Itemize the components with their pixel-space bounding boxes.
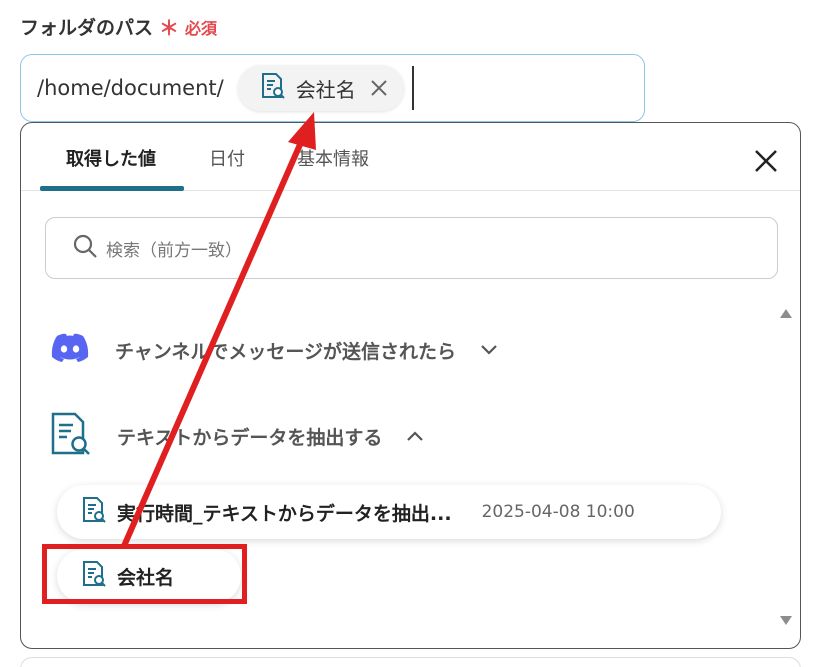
tab-bar: 取得した値 日付 基本情報 — [21, 123, 800, 191]
search-input[interactable]: 検索（前方一致） — [45, 217, 778, 279]
tab-acquired-values[interactable]: 取得した値 — [66, 145, 156, 171]
field-label-text: フォルダのパス — [20, 17, 154, 39]
next-field-edge — [20, 657, 801, 667]
variable-chip[interactable]: 会社名 — [237, 65, 404, 111]
active-tab-indicator — [40, 186, 184, 191]
search-placeholder: 検索（前方一致） — [106, 240, 242, 261]
document-search-icon — [49, 411, 93, 461]
chevron-up-icon — [406, 427, 424, 446]
document-search-icon — [81, 496, 107, 528]
annotation-highlight-box — [42, 544, 247, 604]
chip-remove-icon[interactable] — [366, 75, 392, 101]
list-item-time: 2025-04-08 10:00 — [481, 502, 635, 522]
list-item-label: 実行時間_テキストからデータを抽出... — [117, 502, 452, 525]
group-text-extraction-label: テキストからデータを抽出する — [117, 426, 383, 449]
search-icon — [72, 233, 98, 263]
discord-icon — [49, 331, 91, 369]
close-icon[interactable] — [752, 147, 780, 175]
scroll-down-icon[interactable] — [780, 616, 792, 625]
list-item-execution-time[interactable]: 実行時間_テキストからデータを抽出... 2025-04-08 10:00 — [57, 485, 721, 539]
group-discord-trigger[interactable]: チャンネルでメッセージが送信されたら — [49, 331, 498, 369]
tab-basic-info[interactable]: 基本情報 — [297, 145, 369, 171]
scroll-up-icon[interactable] — [780, 309, 792, 318]
chevron-down-icon — [480, 341, 498, 360]
group-discord-label: チャンネルでメッセージが送信されたら — [115, 340, 457, 363]
field-label: フォルダのパス ＊ 必須 — [20, 12, 217, 41]
required-text: 必須 — [185, 18, 218, 38]
required-star: ＊ — [159, 16, 180, 40]
tab-date[interactable]: 日付 — [209, 145, 245, 171]
text-cursor — [411, 66, 414, 110]
group-text-extraction-trigger[interactable]: テキストからデータを抽出する — [49, 411, 424, 461]
folder-path-input[interactable]: /home/document/ 会社名 — [20, 54, 645, 122]
path-prefix-text: /home/document/ — [37, 76, 224, 100]
document-search-icon — [260, 72, 286, 104]
chip-label: 会社名 — [295, 77, 356, 102]
